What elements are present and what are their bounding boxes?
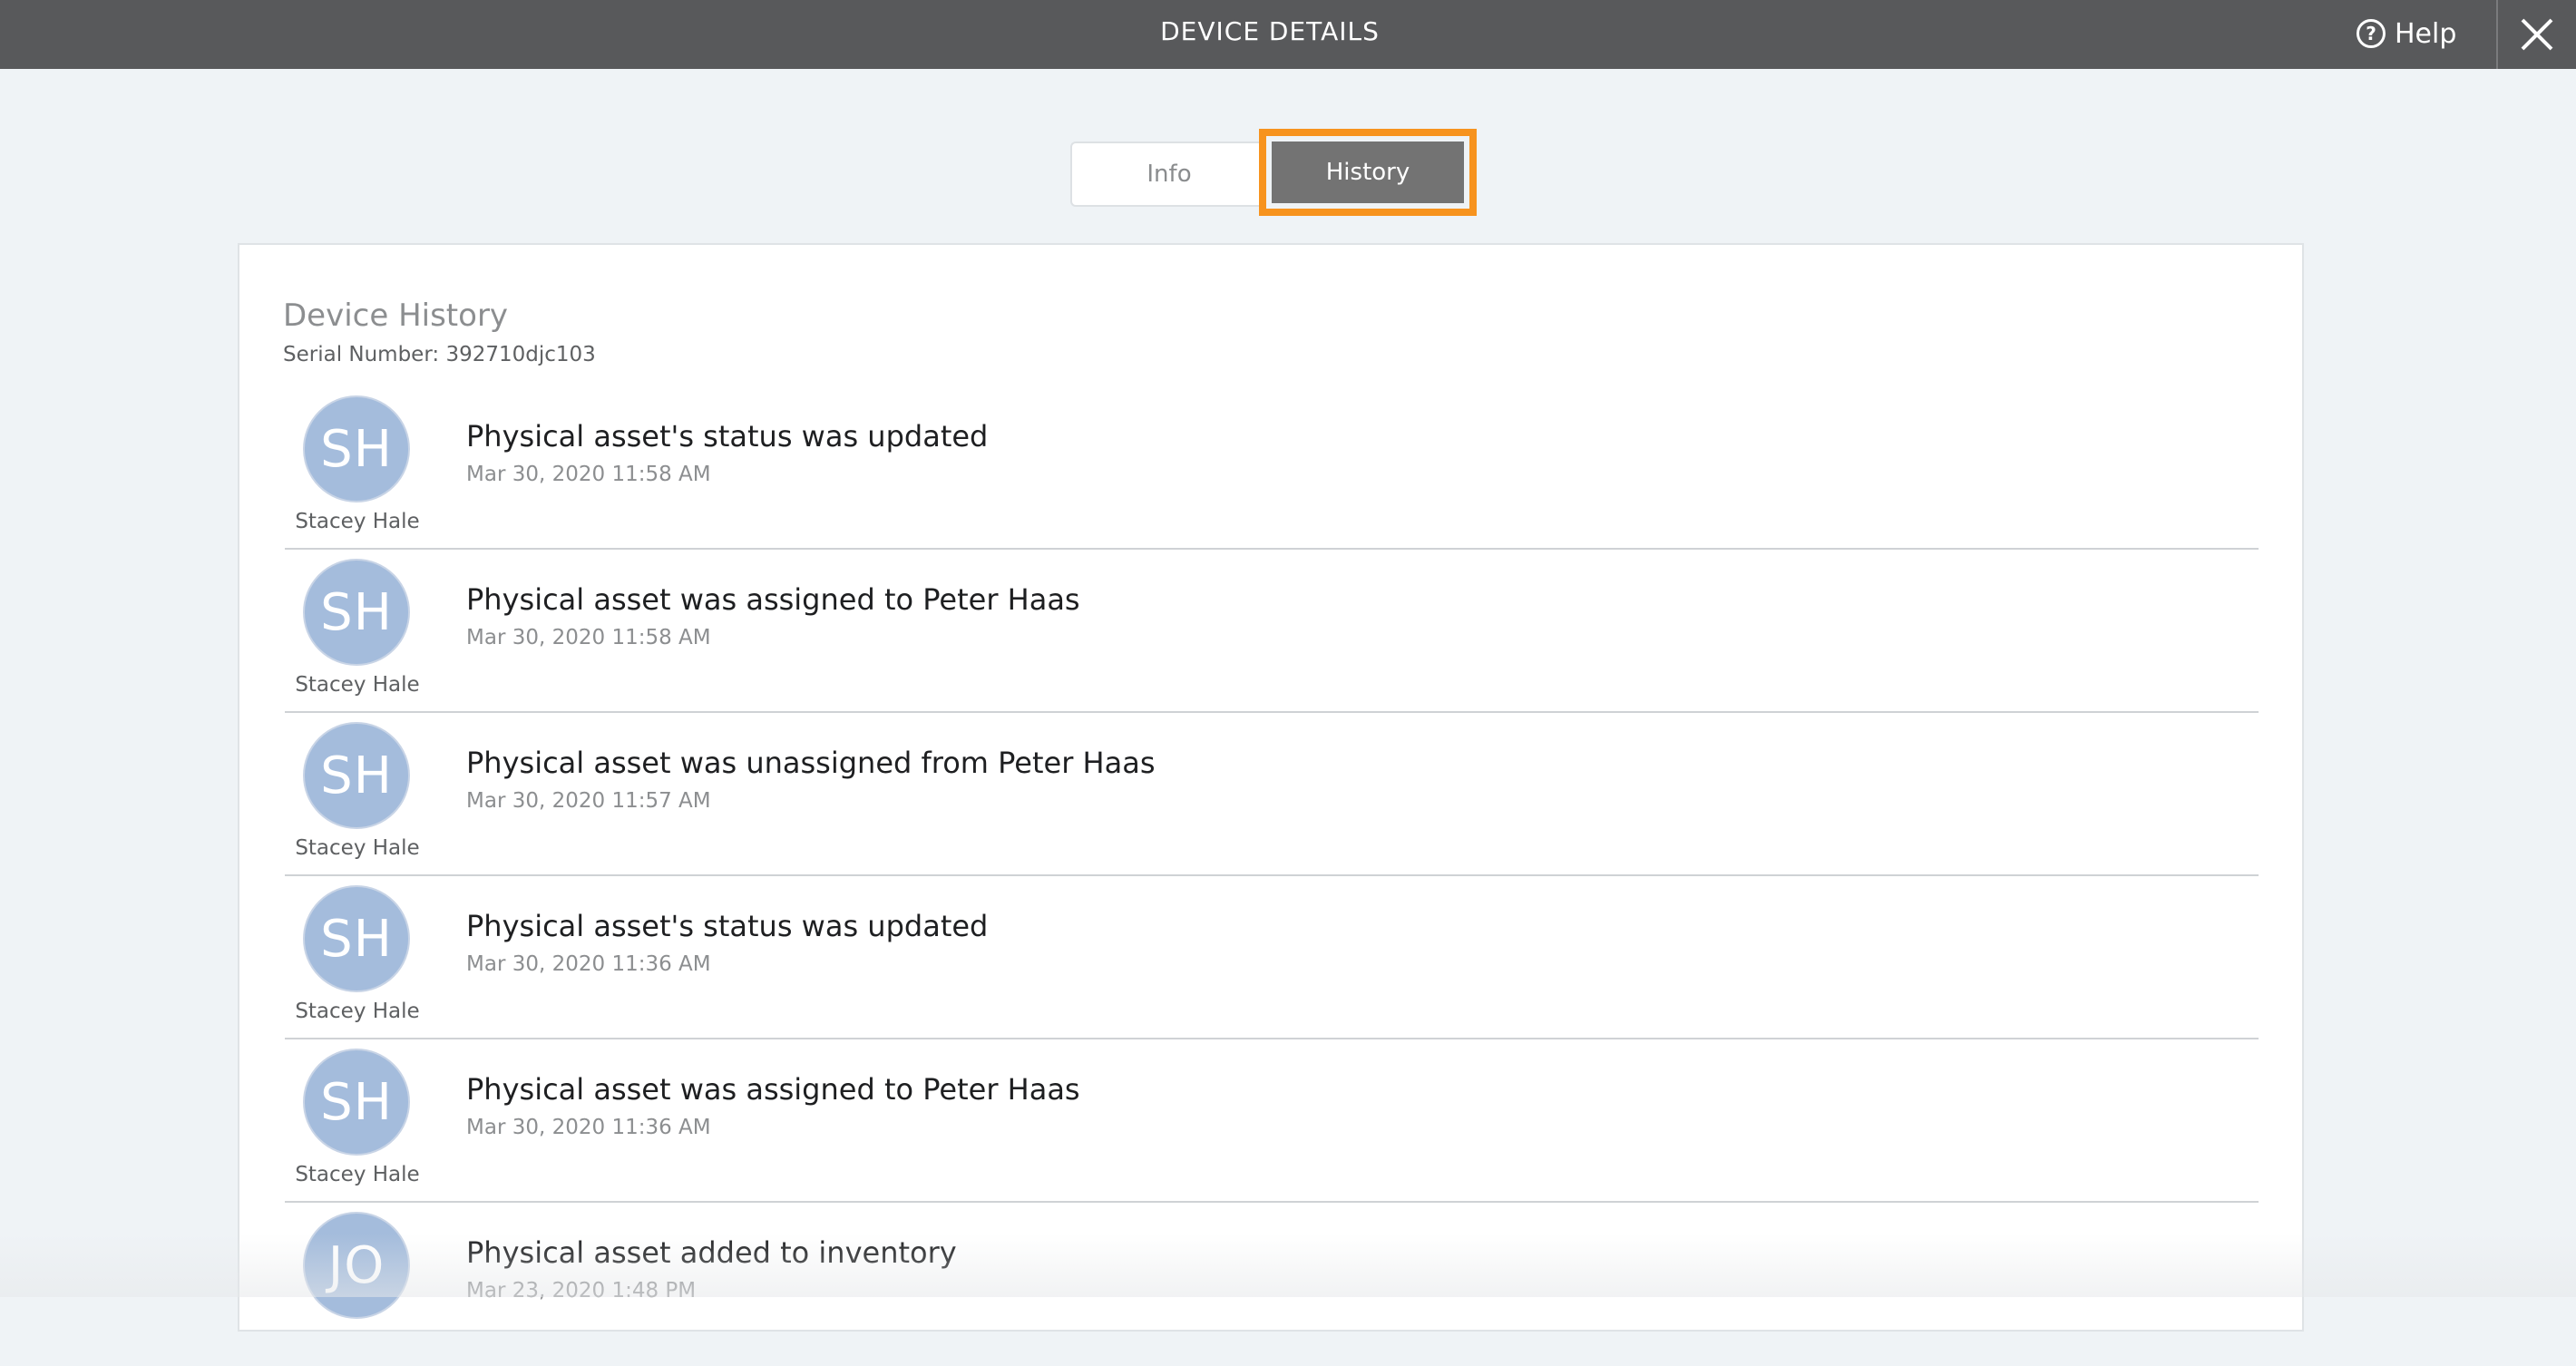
- tab-history[interactable]: History: [1272, 141, 1464, 203]
- avatar: SH: [303, 885, 410, 992]
- close-icon: [2521, 18, 2553, 51]
- tab-bar: Info History: [1070, 129, 1477, 216]
- event-timestamp: Mar 30, 2020 11:58 AM: [466, 626, 711, 649]
- tab-info[interactable]: Info: [1070, 141, 1266, 207]
- event-description: Physical asset added to inventory: [466, 1235, 957, 1270]
- history-item: SH Stacey Hale Physical asset's status w…: [285, 386, 2259, 550]
- author-name: Stacey Hale: [295, 673, 420, 697]
- question-circle-icon: ?: [2356, 19, 2386, 48]
- author-name: Stacey Hale: [295, 510, 420, 533]
- author-name: Stacey Hale: [295, 836, 420, 860]
- event-timestamp: Mar 23, 2020 1:48 PM: [466, 1279, 697, 1303]
- history-item: SH Stacey Hale Physical asset was assign…: [285, 550, 2259, 713]
- event-timestamp: Mar 30, 2020 11:36 AM: [466, 952, 711, 976]
- event-timestamp: Mar 30, 2020 11:36 AM: [466, 1116, 711, 1139]
- help-label: Help: [2395, 17, 2457, 50]
- author-name: Stacey Hale: [295, 1163, 420, 1186]
- avatar: SH: [303, 559, 410, 666]
- close-button[interactable]: [2496, 0, 2576, 69]
- author-name: Stacey Hale: [295, 1000, 420, 1023]
- history-item: SH Stacey Hale Physical asset's status w…: [285, 876, 2259, 1039]
- event-description: Physical asset was assigned to Peter Haa…: [466, 582, 1080, 617]
- event-description: Physical asset's status was updated: [466, 419, 989, 454]
- top-bar: DEVICE DETAILS ? Help: [0, 0, 2576, 69]
- avatar: SH: [303, 1049, 410, 1156]
- tab-history-highlight: History: [1259, 129, 1477, 216]
- event-timestamp: Mar 30, 2020 11:57 AM: [466, 789, 711, 813]
- page-title: DEVICE DETAILS: [1160, 16, 1380, 46]
- serial-number: Serial Number: 392710djc103: [283, 343, 596, 366]
- history-item: JO Physical asset added to inventory Mar…: [285, 1203, 2259, 1366]
- event-description: Physical asset was unassigned from Peter…: [466, 746, 1156, 780]
- history-item: SH Stacey Hale Physical asset was unassi…: [285, 713, 2259, 876]
- device-history-panel: Device History Serial Number: 392710djc1…: [238, 243, 2304, 1332]
- avatar: JO: [303, 1212, 410, 1319]
- help-button[interactable]: ? Help: [2356, 11, 2456, 56]
- event-description: Physical asset's status was updated: [466, 909, 989, 943]
- history-item: SH Stacey Hale Physical asset was assign…: [285, 1039, 2259, 1203]
- avatar: SH: [303, 395, 410, 502]
- event-timestamp: Mar 30, 2020 11:58 AM: [466, 463, 711, 486]
- history-list: SH Stacey Hale Physical asset's status w…: [285, 386, 2259, 1366]
- section-title: Device History: [283, 298, 509, 334]
- event-description: Physical asset was assigned to Peter Haa…: [466, 1072, 1080, 1107]
- avatar: SH: [303, 722, 410, 829]
